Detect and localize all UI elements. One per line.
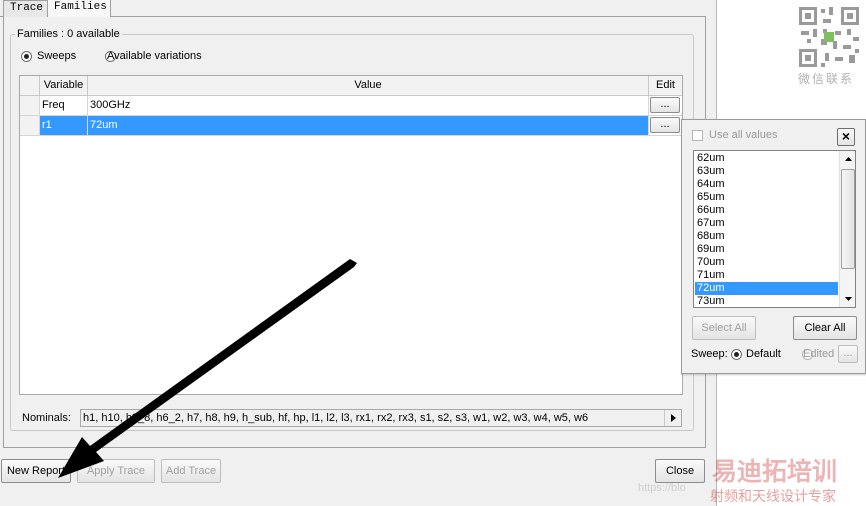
tab-families[interactable]: Families [47, 0, 111, 17]
edit-values-button[interactable]: ... [650, 97, 680, 113]
families-count-label: Families : 0 available [17, 28, 120, 40]
list-item-selected[interactable]: 72um [695, 282, 838, 295]
table-cell-variable[interactable]: r1 [40, 116, 88, 136]
column-header-edit: Edit [649, 76, 682, 96]
report-dialog: Trace Families Families : 0 available Sw… [0, 0, 717, 506]
select-all-button[interactable]: Select All [692, 316, 756, 340]
list-item[interactable]: 64um [695, 178, 838, 191]
nominals-field: h1, h10, h2_8, h6_2, h7, h8, h9, h_sub, … [80, 409, 682, 427]
list-item[interactable]: 65um [695, 191, 838, 204]
new-report-button[interactable]: New Report [1, 459, 71, 483]
sweeps-radio[interactable] [21, 51, 32, 62]
row-header[interactable] [20, 116, 40, 136]
scroll-up-icon[interactable] [840, 151, 856, 167]
nominals-scroll-right-button[interactable] [664, 410, 681, 426]
url-watermark: https://blo [638, 482, 686, 494]
tab-trace[interactable]: Trace [3, 0, 48, 17]
table-cell-edit: ... [649, 116, 682, 136]
brand-watermark-subtitle: 射频和天线设计专家 [710, 489, 836, 505]
list-item[interactable]: 66um [695, 204, 838, 217]
list-item[interactable]: 62um [695, 152, 838, 165]
sweeps-table: Variable Value Edit Freq 300GHz ... r1 7… [19, 75, 683, 395]
list-item[interactable]: 63um [695, 165, 838, 178]
apply-trace-button[interactable]: Apply Trace [77, 459, 155, 483]
sweeps-radio-label[interactable]: Sweeps [37, 50, 76, 62]
chevron-right-icon [671, 414, 676, 422]
list-item[interactable]: 70um [695, 256, 838, 269]
close-button[interactable]: Close [655, 459, 705, 483]
use-all-values-checkbox[interactable] [692, 130, 703, 141]
sweep-default-label[interactable]: Default [746, 348, 781, 360]
list-item[interactable]: 71um [695, 269, 838, 282]
listbox-scrollbar[interactable] [839, 151, 856, 307]
available-variations-label[interactable]: Available variations [107, 50, 202, 62]
list-item[interactable]: 73um [695, 295, 838, 307]
use-all-values-label[interactable]: Use all values [709, 129, 777, 141]
table-cell-edit: ... [649, 96, 682, 116]
list-item[interactable]: 67um [695, 217, 838, 230]
sweep-edited-label[interactable]: Edited [803, 348, 834, 360]
column-header-variable: Variable [40, 76, 88, 96]
nominals-value: h1, h10, h2_8, h6_2, h7, h8, h9, h_sub, … [83, 412, 589, 424]
table-cell-value[interactable]: 300GHz [88, 96, 649, 116]
value-selector-popup: Use all values × 62um 63um 64um 65um 66u… [681, 119, 866, 374]
table-cell-value[interactable]: 72um [88, 116, 649, 136]
qr-caption: 微信联系 [798, 72, 855, 86]
list-item[interactable]: 68um [695, 230, 838, 243]
row-header[interactable] [20, 96, 40, 116]
nominals-label: Nominals: [22, 412, 71, 424]
list-item[interactable]: 69um [695, 243, 838, 256]
table-cell-variable[interactable]: Freq [40, 96, 88, 116]
clear-all-button[interactable]: Clear All [793, 316, 857, 340]
close-icon[interactable]: × [837, 128, 855, 146]
column-header-value: Value [88, 76, 649, 96]
row-header-corner [20, 76, 40, 96]
qr-code [797, 5, 861, 69]
add-trace-button[interactable]: Add Trace [161, 459, 221, 483]
scroll-down-icon[interactable] [840, 291, 856, 307]
brand-watermark-title: 易迪拓培训 [712, 457, 838, 486]
edited-values-button[interactable]: ... [838, 345, 858, 363]
edit-values-button[interactable]: ... [650, 117, 680, 133]
scrollbar-thumb[interactable] [841, 169, 855, 269]
sweep-default-radio[interactable] [731, 349, 742, 360]
values-listbox[interactable]: 62um 63um 64um 65um 66um 67um 68um 69um … [693, 150, 856, 308]
sweep-label: Sweep: [691, 348, 728, 360]
